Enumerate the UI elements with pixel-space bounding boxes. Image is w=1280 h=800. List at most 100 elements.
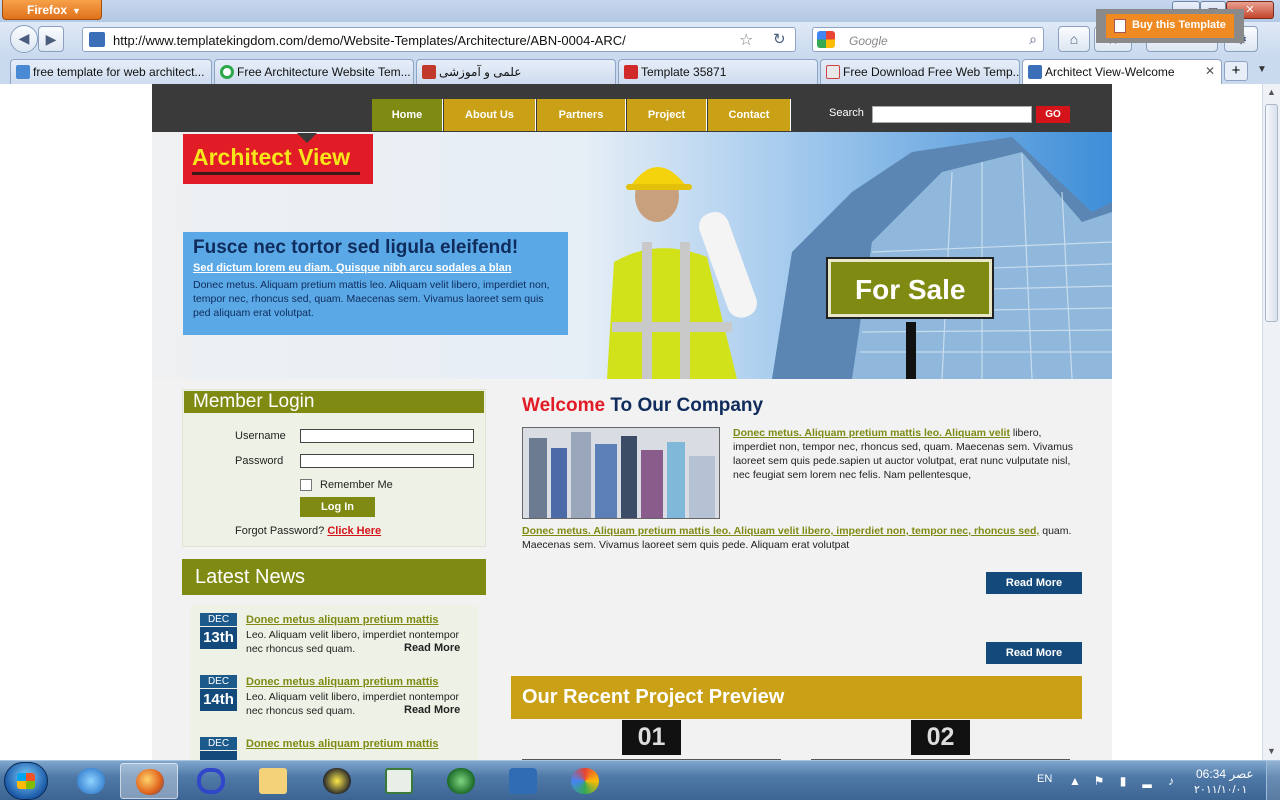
address-bar[interactable]: http://www.templatekingdom.com/demo/Webs… [82,27,796,52]
news-item: DEC 14th Donec metus aliquam pretium mat… [190,667,478,729]
back-button[interactable]: ◀ [10,25,38,53]
close-tab-icon[interactable]: ✕ [1205,64,1215,78]
scroll-down-icon[interactable]: ▼ [1263,743,1280,760]
clock-time[interactable]: عصر 06:34 [1196,767,1254,781]
action-center-icon[interactable]: ⚑ [1092,774,1106,788]
welcome-rest: To Our Company [610,395,764,416]
tab-favicon-icon [624,65,638,79]
logo-notch [297,133,317,143]
firefox-taskbar-icon[interactable] [120,763,178,799]
hero-title: Fusce nec tortor sed ligula eleifend! [193,237,519,258]
news-title-link[interactable]: Donec metus aliquam pretium mattis [246,738,439,750]
new-tab-button[interactable]: + [1224,61,1248,81]
site-logo[interactable]: Architect View [183,133,373,184]
nav-project[interactable]: Project [627,99,707,131]
language-indicator[interactable]: EN [1037,773,1052,785]
browser-title-bar: Firefox▼ — ▭ ✕ [0,0,1280,22]
forgot-password-row: Forgot Password? Click Here [235,525,381,537]
reload-icon[interactable]: ↻ [773,30,786,48]
welcome-heading: Welcome To Our Company [522,395,763,417]
show-desktop-button[interactable] [1266,761,1280,800]
volume-icon[interactable]: ♪ [1164,774,1178,788]
power-icon[interactable]: ▮ [1116,774,1130,788]
tab-favicon-icon [826,65,840,79]
member-login-heading: Member Login [184,391,484,413]
start-button[interactable] [4,762,48,800]
tab-free-template[interactable]: free template for web architect... [10,59,212,84]
site-identity-icon[interactable] [89,32,105,47]
news-month: DEC [200,613,237,626]
bookmark-star-icon[interactable]: ☆ [739,30,753,50]
firefox-menu-button[interactable]: Firefox ▼ [2,0,102,20]
buy-template-label: Buy this Template [1132,19,1226,31]
tab-free-architecture[interactable]: Free Architecture Website Tem... [214,59,414,84]
home-button[interactable]: ⌂ [1058,26,1090,52]
search-placeholder[interactable]: Google [849,34,888,48]
logo-text: Architect View [192,144,351,170]
network-icon[interactable]: ▂ [1140,774,1154,788]
go-button[interactable]: GO [1036,106,1070,123]
tab-favicon-icon [422,65,436,79]
news-read-more-link[interactable]: Read More [404,704,460,716]
hero-link[interactable]: Sed dictum lorem eu diam. Quisque nibh a… [193,262,558,274]
forward-button[interactable]: ▶ [38,26,64,52]
clock-date[interactable]: ۲۰۱۱/۱۰/۰۱ [1194,783,1247,796]
news-month: DEC [200,675,237,688]
site-search-input[interactable] [872,106,1032,123]
show-hidden-icons-icon[interactable]: ▲ [1068,774,1082,788]
password-input[interactable] [300,454,474,468]
news-item: DEC 13th Donec metus aliquam pretium mat… [190,605,478,667]
download-manager-icon[interactable] [432,763,490,799]
forgot-password-link[interactable]: Click Here [327,525,381,537]
search-bar[interactable]: Google ⌕ [812,27,1044,52]
intro-link-1[interactable]: Donec metus. Aliquam pretium mattis leo.… [733,427,1010,439]
scroll-thumb[interactable] [1265,104,1278,322]
read-more-button[interactable]: Read More [986,642,1082,664]
windows-logo-icon [17,773,35,789]
news-title-link[interactable]: Donec metus aliquam pretium mattis [246,614,439,626]
city-skyline-image [522,427,720,519]
read-more-button[interactable]: Read More [986,572,1082,594]
news-read-more-link[interactable]: Read More [404,642,460,654]
username-input[interactable] [300,429,474,443]
file-explorer-icon[interactable] [244,763,302,799]
search-icon[interactable]: ⌕ [1029,31,1037,48]
latest-news-heading: Latest News [182,559,486,595]
log-in-button[interactable]: Log In [300,497,375,517]
main-content: Welcome To Our Company Donec metus. Aliq… [510,379,1112,760]
infinity-app-icon[interactable] [182,763,240,799]
url-text[interactable]: http://www.templatekingdom.com/demo/Webs… [113,33,626,48]
news-title-link[interactable]: Donec metus aliquam pretium mattis [246,676,439,688]
forgot-password-text: Forgot Password? [235,525,325,537]
paint-app-icon[interactable] [556,763,614,799]
internet-explorer-icon[interactable] [62,763,120,799]
vertical-scrollbar[interactable]: ▲ ▼ [1262,84,1280,760]
windows-taskbar: EN ▲ ⚑ ▮ ▂ ♪ عصر 06:34 ۲۰۱۱/۱۰/۰۱ [0,760,1280,800]
buy-template-button[interactable]: Buy this Template [1106,14,1234,38]
page-viewport: Home About Us Partners Project Contact S… [0,84,1262,760]
tab-strip: free template for web architect... Free … [0,58,1280,84]
nav-partners[interactable]: Partners [537,99,626,131]
search-label: Search [829,107,864,119]
document-app-icon[interactable] [370,763,428,799]
remember-me-checkbox[interactable] [300,479,312,491]
tab-template-35871[interactable]: Template 35871 [618,59,818,84]
nav-contact[interactable]: Contact [708,99,791,131]
news-month: DEC [200,737,237,750]
kmplayer-icon[interactable] [494,763,552,799]
project-number: 02 [911,720,970,755]
intro-link-2[interactable]: Donec metus. Aliquam pretium mattis leo.… [522,525,1039,537]
nav-about-us[interactable]: About Us [444,99,536,131]
news-item: DEC Donec metus aliquam pretium mattis [190,729,478,760]
scroll-up-icon[interactable]: ▲ [1263,84,1280,101]
tab-free-download[interactable]: Free Download Free Web Temp... [820,59,1020,84]
google-engine-icon[interactable] [817,31,835,48]
tab-architect-view[interactable]: Architect View-Welcome ✕ [1022,59,1222,84]
tab-persian-site[interactable]: علمی و آموزشی [416,59,616,84]
nav-home[interactable]: Home [372,99,443,131]
list-all-tabs-button[interactable]: ▼ [1252,64,1272,80]
media-app-icon[interactable] [308,763,366,799]
loading-spinner-icon [220,65,234,79]
recent-project-heading: Our Recent Project Preview [511,676,1082,719]
intro-paragraph-2: Donec metus. Aliquam pretium mattis leo.… [522,524,1082,552]
